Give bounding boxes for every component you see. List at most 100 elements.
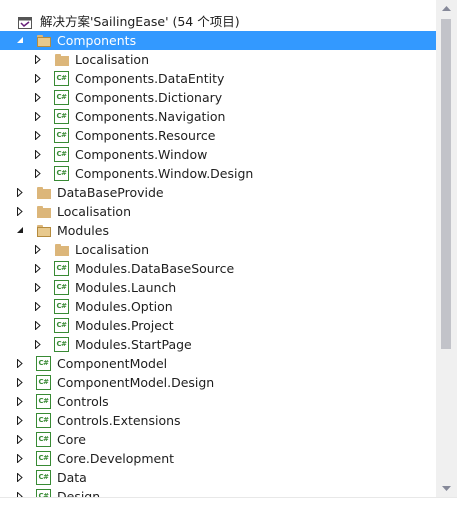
- collapsed-arrow-icon[interactable]: [32, 107, 44, 126]
- tree-node[interactable]: C# Controls: [0, 392, 436, 411]
- tree-node-label: Design: [57, 489, 101, 497]
- tree-node[interactable]: C# Core: [0, 430, 436, 449]
- tree-node-label: Components.Window.Design: [75, 166, 254, 181]
- tree-node[interactable]: C# Modules.Project: [0, 316, 436, 335]
- tree-node[interactable]: C# Design: [0, 487, 436, 497]
- csharp-project-icon: C#: [36, 413, 51, 428]
- expanded-arrow-icon[interactable]: [14, 221, 26, 240]
- folder-icon: [54, 242, 70, 257]
- tree-node[interactable]: C# Components.Dictionary: [0, 88, 436, 107]
- collapsed-arrow-icon[interactable]: [14, 202, 26, 221]
- tree-node[interactable]: C# ComponentModel.Design: [0, 373, 436, 392]
- csharp-project-icon: C#: [36, 375, 51, 390]
- expanded-arrow-icon[interactable]: [14, 31, 26, 50]
- collapsed-arrow-icon[interactable]: [14, 449, 26, 468]
- csharp-project-icon: C#: [36, 394, 51, 409]
- bottom-panel-edge: [0, 497, 457, 526]
- tree-node[interactable]: Localisation: [0, 50, 436, 69]
- tree-node-label: Core: [57, 432, 86, 447]
- collapsed-arrow-icon[interactable]: [14, 487, 26, 497]
- tree-node-label: Components: [57, 33, 137, 48]
- tree-node[interactable]: C# Components.DataEntity: [0, 69, 436, 88]
- collapsed-arrow-icon[interactable]: [14, 183, 26, 202]
- tree-node-label: Core.Development: [57, 451, 175, 466]
- collapsed-arrow-icon[interactable]: [32, 297, 44, 316]
- csharp-project-icon: C#: [36, 432, 51, 447]
- scroll-down-arrow-icon[interactable]: [436, 480, 457, 497]
- collapsed-arrow-icon[interactable]: [32, 335, 44, 354]
- collapsed-arrow-icon[interactable]: [32, 278, 44, 297]
- tree-node-label: DataBaseProvide: [57, 185, 164, 200]
- csharp-project-icon: C#: [36, 470, 51, 485]
- collapsed-arrow-icon[interactable]: [14, 411, 26, 430]
- tree-node-label: Data: [57, 470, 87, 485]
- tree-node[interactable]: C# Modules.Option: [0, 297, 436, 316]
- csharp-project-icon: C#: [36, 356, 51, 371]
- csharp-project-icon: C#: [54, 299, 69, 314]
- csharp-project-icon: C#: [36, 489, 51, 497]
- tree-node[interactable]: C# Components.Navigation: [0, 107, 436, 126]
- tree-node[interactable]: C# Controls.Extensions: [0, 411, 436, 430]
- tree-node[interactable]: C# ComponentModel: [0, 354, 436, 373]
- vertical-scrollbar[interactable]: [436, 0, 457, 497]
- csharp-project-icon: C#: [36, 451, 51, 466]
- collapsed-arrow-icon[interactable]: [32, 126, 44, 145]
- tree-node-label: Localisation: [75, 242, 149, 257]
- tree-node[interactable]: Localisation: [0, 202, 436, 221]
- tree-node-label: Controls: [57, 394, 109, 409]
- tree-node-label: Modules.Launch: [75, 280, 177, 295]
- tree-node[interactable]: DataBaseProvide: [0, 183, 436, 202]
- tree-node-label: Modules: [57, 223, 109, 238]
- collapsed-arrow-icon[interactable]: [32, 69, 44, 88]
- collapsed-arrow-icon[interactable]: [32, 259, 44, 278]
- tree-node[interactable]: C# Components.Window: [0, 145, 436, 164]
- csharp-project-icon: C#: [54, 90, 69, 105]
- tree-node-label: Components.DataEntity: [75, 71, 225, 86]
- tree-node-label: ComponentModel.Design: [57, 375, 215, 390]
- tree-node-label: Modules.DataBaseSource: [75, 261, 235, 276]
- tree-node-label: ComponentModel: [57, 356, 168, 371]
- csharp-project-icon: C#: [54, 337, 69, 352]
- tree-node[interactable]: C# Data: [0, 468, 436, 487]
- tree-node-label: Controls.Extensions: [57, 413, 181, 428]
- tree-node[interactable]: Localisation: [0, 240, 436, 259]
- tree-node[interactable]: C# Components.Resource: [0, 126, 436, 145]
- tree-node[interactable]: C# Modules.Launch: [0, 278, 436, 297]
- csharp-project-icon: C#: [54, 261, 69, 276]
- tree-node[interactable]: Modules: [0, 221, 436, 240]
- tree-node[interactable]: Components: [0, 31, 436, 50]
- collapsed-arrow-icon[interactable]: [32, 50, 44, 69]
- solution-node[interactable]: 解决方案'SailingEase' (54 个项目): [0, 12, 436, 31]
- tree-node-label: Modules.Option: [75, 299, 173, 314]
- tree-node-label: Components.Resource: [75, 128, 216, 143]
- scrollbar-thumb[interactable]: [441, 19, 451, 349]
- csharp-project-icon: C#: [54, 109, 69, 124]
- tree-node-label: Localisation: [75, 52, 149, 67]
- tree-node-label: Components.Navigation: [75, 109, 226, 124]
- collapsed-arrow-icon[interactable]: [32, 145, 44, 164]
- csharp-project-icon: C#: [54, 166, 69, 181]
- collapsed-arrow-icon[interactable]: [14, 392, 26, 411]
- collapsed-arrow-icon[interactable]: [32, 164, 44, 183]
- folder-icon: [54, 52, 70, 67]
- tree-node-label: Components.Dictionary: [75, 90, 223, 105]
- tree-node-label: Modules.StartPage: [75, 337, 192, 352]
- folder-open-icon: [36, 33, 52, 48]
- tree-node-label: Localisation: [57, 204, 131, 219]
- collapsed-arrow-icon[interactable]: [32, 316, 44, 335]
- collapsed-arrow-icon[interactable]: [14, 468, 26, 487]
- folder-open-icon: [36, 223, 52, 238]
- folder-icon: [36, 185, 52, 200]
- collapsed-arrow-icon[interactable]: [14, 354, 26, 373]
- scroll-up-arrow-icon[interactable]: [436, 0, 457, 17]
- tree-node[interactable]: C# Core.Development: [0, 449, 436, 468]
- tree-node[interactable]: C# Components.Window.Design: [0, 164, 436, 183]
- tree-node[interactable]: C# Modules.DataBaseSource: [0, 259, 436, 278]
- collapsed-arrow-icon[interactable]: [14, 373, 26, 392]
- solution-icon: [18, 15, 32, 29]
- collapsed-arrow-icon[interactable]: [14, 430, 26, 449]
- tree-node[interactable]: C# Modules.StartPage: [0, 335, 436, 354]
- collapsed-arrow-icon[interactable]: [32, 88, 44, 107]
- csharp-project-icon: C#: [54, 147, 69, 162]
- collapsed-arrow-icon[interactable]: [32, 240, 44, 259]
